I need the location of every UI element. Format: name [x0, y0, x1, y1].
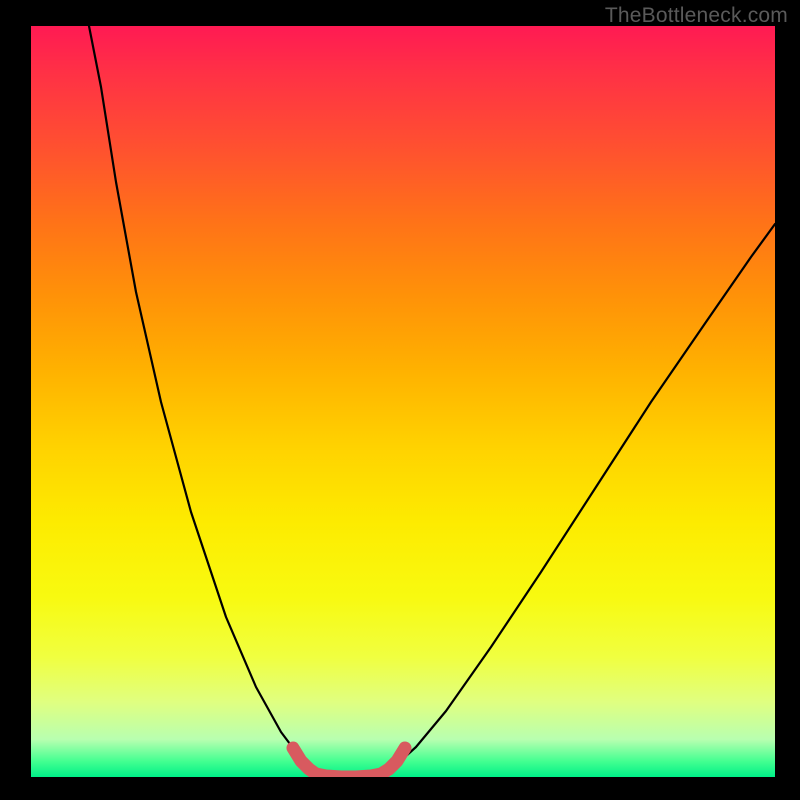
watermark-text: TheBottleneck.com	[605, 4, 788, 28]
chart-frame: TheBottleneck.com	[0, 0, 800, 800]
optimal-zone-highlight	[293, 748, 405, 777]
curve-layer	[31, 26, 775, 777]
plot-area	[31, 26, 775, 777]
bottleneck-curve	[89, 26, 775, 777]
